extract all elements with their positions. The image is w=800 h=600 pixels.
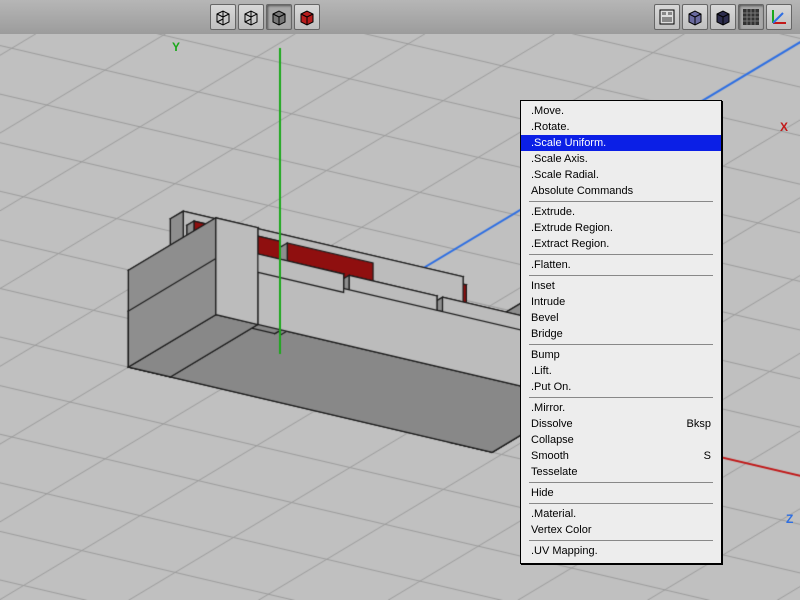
menu-item-label: Absolute Commands [531,184,633,198]
menu-item[interactable]: .Lift. [521,363,721,379]
menu-item[interactable]: Tesselate [521,464,721,480]
menu-item[interactable]: .Material. [521,506,721,522]
menu-item[interactable]: Smooth S [521,448,721,464]
menu-item-label: Dissolve [531,417,573,431]
menu-item-label: .Flatten. [531,258,571,272]
mode-wire-cube-icon[interactable] [210,4,236,30]
grid-icon[interactable] [738,4,764,30]
panel-settings-icon[interactable] [654,4,680,30]
menu-item-label: .Extrude Region. [531,221,613,235]
menu-separator [529,482,713,483]
menu-item-label: .Scale Uniform. [531,136,606,150]
light-cube-icon[interactable] [682,4,708,30]
menu-item-label: Collapse [531,433,574,447]
menu-item-label: .UV Mapping. [531,544,598,558]
menu-item-label: Bump [531,348,560,362]
menu-item-label: .Mirror. [531,401,565,415]
menu-item-label: .Lift. [531,364,552,378]
menu-item[interactable]: .Rotate. [521,119,721,135]
menu-item[interactable]: Bump [521,347,721,363]
menu-item[interactable]: Vertex Color [521,522,721,538]
menu-item[interactable]: .Scale Uniform. [521,135,721,151]
toolbar [0,0,800,35]
menu-item[interactable]: Dissolve Bksp [521,416,721,432]
mode-shaded-red-icon[interactable] [294,4,320,30]
menu-item[interactable]: Absolute Commands [521,183,721,199]
menu-item-label: .Scale Axis. [531,152,588,166]
menu-item[interactable]: Intrude [521,294,721,310]
menu-separator [529,254,713,255]
menu-separator [529,503,713,504]
dark-cube-icon[interactable] [710,4,736,30]
menu-item-label: .Extrude. [531,205,575,219]
menu-item-label: Tesselate [531,465,577,479]
menu-separator [529,275,713,276]
mode-shaded-wire-icon[interactable] [238,4,264,30]
menu-item[interactable]: .Extrude Region. [521,220,721,236]
z-axis-label: Z [786,512,793,526]
view-options-group [654,4,800,30]
menu-item-label: Intrude [531,295,565,309]
menu-item[interactable]: Bridge [521,326,721,342]
menu-item-label: .Put On. [531,380,571,394]
menu-item[interactable]: .Scale Axis. [521,151,721,167]
menu-separator [529,397,713,398]
menu-item-label: .Rotate. [531,120,570,134]
menu-item-shortcut: S [704,449,711,463]
menu-item-label: Bevel [531,311,559,325]
menu-item-label: Inset [531,279,555,293]
shading-mode-group [206,4,324,30]
menu-item[interactable]: Inset [521,278,721,294]
menu-item[interactable]: .Put On. [521,379,721,395]
menu-separator [529,201,713,202]
menu-item-label: Hide [531,486,554,500]
y-axis-label: Y [172,40,180,54]
menu-item[interactable]: .Flatten. [521,257,721,273]
menu-item[interactable]: .Extrude. [521,204,721,220]
menu-item-label: Bridge [531,327,563,341]
menu-item-label: Smooth [531,449,569,463]
menu-item-label: .Scale Radial. [531,168,599,182]
menu-item[interactable]: .Move. [521,103,721,119]
menu-item[interactable]: Hide [521,485,721,501]
menu-item-label: .Material. [531,507,576,521]
menu-item[interactable]: .UV Mapping. [521,543,721,559]
menu-item[interactable]: .Mirror. [521,400,721,416]
x-axis-label: X [780,120,788,134]
menu-separator [529,540,713,541]
menu-item[interactable]: Collapse [521,432,721,448]
menu-item-label: .Extract Region. [531,237,609,251]
mode-shaded-gray-icon[interactable] [266,4,292,30]
menu-item-shortcut: Bksp [687,417,711,431]
context-menu[interactable]: .Move. .Rotate. .Scale Uniform. .Scale Axis… [520,100,722,564]
menu-separator [529,344,713,345]
menu-item[interactable]: .Scale Radial. [521,167,721,183]
menu-item[interactable]: .Extract Region. [521,236,721,252]
axis-icon[interactable] [766,4,792,30]
menu-item-label: .Move. [531,104,564,118]
menu-item[interactable]: Bevel [521,310,721,326]
menu-item-label: Vertex Color [531,523,592,537]
